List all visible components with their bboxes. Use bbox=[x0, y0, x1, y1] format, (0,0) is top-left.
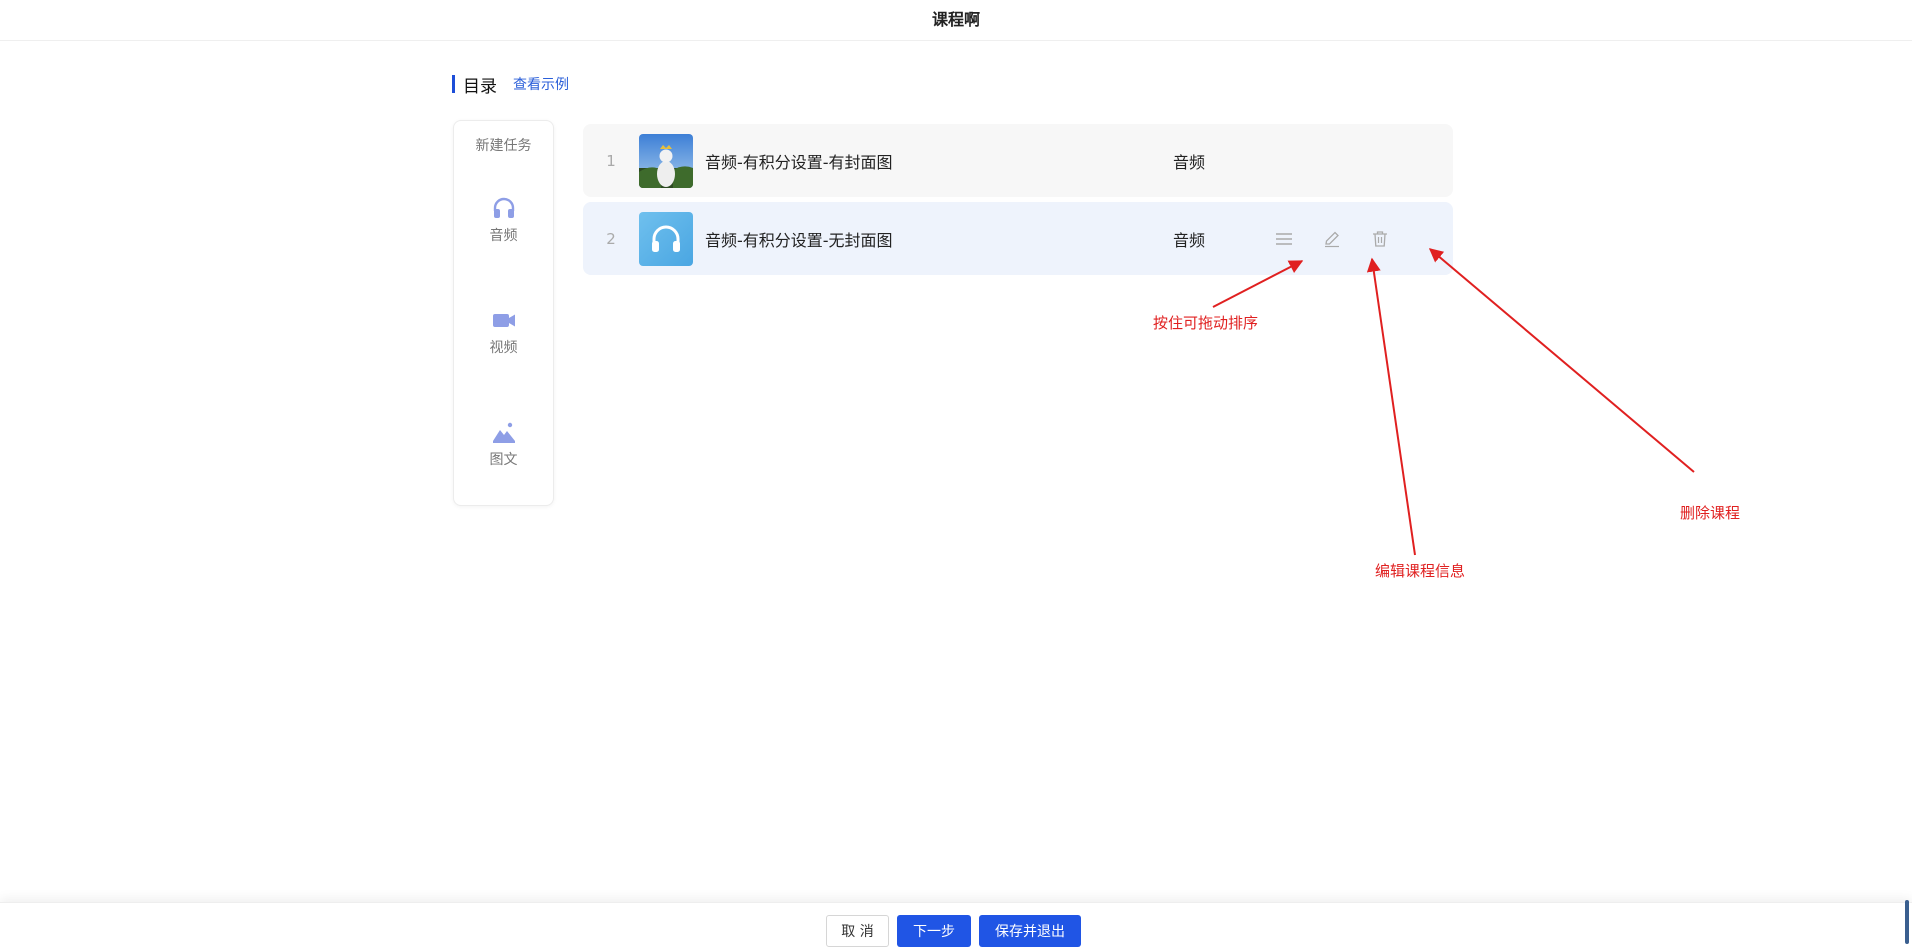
drag-sort-handle[interactable] bbox=[1273, 228, 1295, 250]
course-index: 2 bbox=[606, 229, 616, 248]
page: 课程啊 目录 查看示例 新建任务 音频 视频 图文 1 音频-有积分设置-有封面… bbox=[0, 0, 1912, 948]
course-type: 音频 bbox=[1173, 230, 1206, 250]
task-type-label: 音频 bbox=[489, 228, 518, 244]
task-type-label: 图文 bbox=[489, 452, 518, 468]
course-actions bbox=[1273, 228, 1391, 250]
menu-lines-icon bbox=[1276, 232, 1292, 245]
page-title: 课程啊 bbox=[931, 10, 980, 29]
drag-sort-annotation: 按住可拖动排序 bbox=[1153, 314, 1259, 332]
next-step-button[interactable]: 下一步 bbox=[897, 915, 971, 947]
new-audio-task[interactable]: 音频 bbox=[454, 195, 553, 245]
course-row[interactable]: 2 音频-有积分设置-无封面图 音频 bbox=[583, 202, 1453, 275]
view-example-link[interactable]: 查看示例 bbox=[513, 74, 569, 94]
new-image-text-task[interactable]: 图文 bbox=[454, 419, 553, 469]
scrollbar-thumb[interactable] bbox=[1905, 900, 1909, 944]
new-task-panel: 新建任务 音频 视频 图文 bbox=[453, 120, 554, 506]
video-camera-icon bbox=[492, 314, 515, 327]
course-default-cover bbox=[639, 211, 693, 266]
new-task-title: 新建任务 bbox=[475, 138, 532, 154]
top-bar: 课程啊 bbox=[0, 0, 1912, 41]
new-video-task[interactable]: 视频 bbox=[454, 307, 553, 357]
edit-annotation-arrow bbox=[1366, 257, 1416, 556]
delete-course-annotation: 删除课程 bbox=[1680, 504, 1741, 522]
course-type: 音频 bbox=[1173, 152, 1206, 172]
section-accent-bar bbox=[452, 75, 455, 93]
cancel-button[interactable]: 取 消 bbox=[826, 915, 889, 947]
trash-icon bbox=[1373, 230, 1387, 247]
headphones-icon bbox=[493, 197, 514, 218]
pencil-icon bbox=[1325, 231, 1339, 247]
edit-course-annotation: 编辑课程信息 bbox=[1375, 562, 1466, 580]
course-cover-image bbox=[639, 133, 693, 188]
course-row[interactable]: 1 音频-有积分设置-有封面图 音频 bbox=[583, 124, 1453, 197]
task-type-label: 视频 bbox=[489, 340, 518, 356]
course-name: 音频-有积分设置-有封面图 bbox=[705, 152, 893, 172]
section-heading: 目录 bbox=[463, 76, 497, 97]
edit-course-button[interactable] bbox=[1321, 228, 1343, 250]
course-index: 1 bbox=[606, 151, 616, 170]
bottom-action-bar: 取 消 下一步 保存并退出 bbox=[0, 902, 1912, 948]
course-name: 音频-有积分设置-无封面图 bbox=[705, 230, 893, 250]
delete-course-button[interactable] bbox=[1369, 228, 1391, 250]
delete-annotation-arrow bbox=[1428, 248, 1695, 473]
save-and-exit-button[interactable]: 保存并退出 bbox=[979, 915, 1081, 947]
section-header: 目录 查看示例 bbox=[452, 72, 569, 97]
image-icon bbox=[492, 422, 515, 443]
